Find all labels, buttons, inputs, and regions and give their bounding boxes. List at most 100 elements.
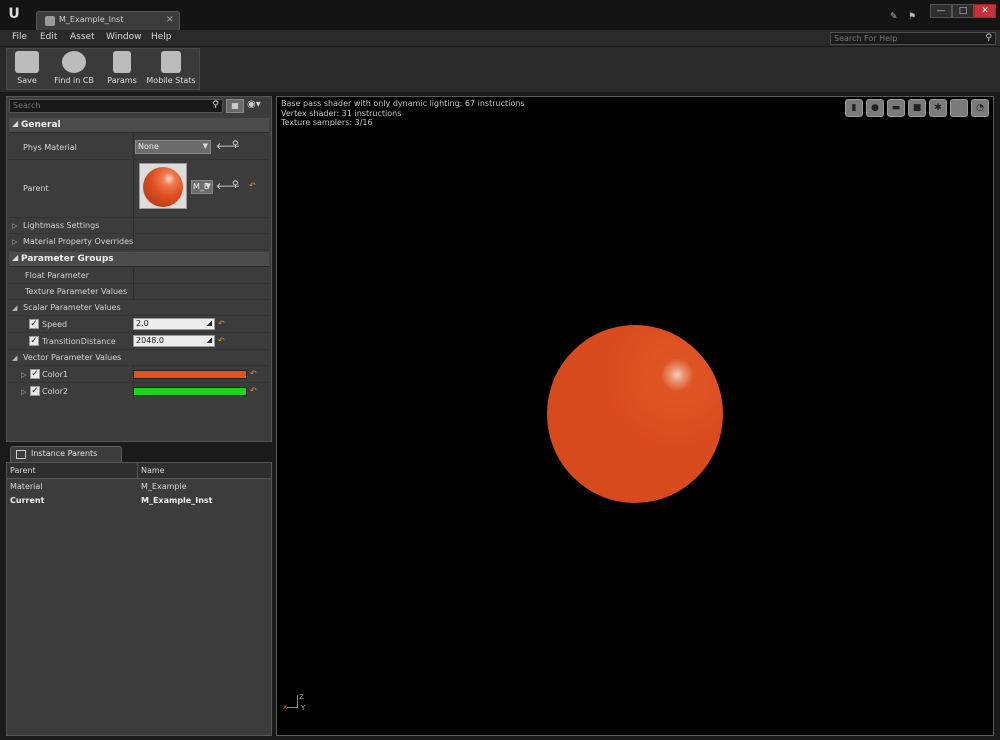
params-button[interactable]: Params: [101, 49, 143, 89]
expand-arrow-icon[interactable]: ▷: [12, 238, 17, 246]
transition-distance-label: TransitionDistance: [42, 337, 116, 346]
parent-dropdown[interactable]: M_E ▼: [191, 180, 213, 194]
category-parameter-groups[interactable]: ◢ Parameter Groups: [9, 252, 269, 267]
table-row[interactable]: Material M_Example: [7, 480, 271, 494]
save-icon: [15, 51, 39, 73]
material-instance-icon: [45, 16, 55, 26]
find-in-cb-button[interactable]: Find in CB: [47, 49, 101, 89]
browse-search-icon[interactable]: ⚲: [232, 140, 239, 150]
view-options-grid-icon[interactable]: ▦: [226, 99, 244, 113]
mobile-stats-button[interactable]: Mobile Stats: [143, 49, 199, 89]
parent-material-thumbnail[interactable]: [139, 163, 187, 209]
row-name: M_Example_Inst: [141, 496, 213, 505]
axis-x-label: x: [283, 703, 288, 711]
color2-row: ▷ ✓ Color2 ↶: [9, 383, 269, 400]
material-property-overrides-row[interactable]: ▷ Material Property Overrides: [9, 234, 269, 250]
menu-help[interactable]: Help: [151, 32, 172, 42]
tab-instance-parents[interactable]: Instance Parents: [10, 446, 122, 462]
menu-window[interactable]: Window: [106, 32, 142, 42]
phys-material-dropdown[interactable]: None ▼: [135, 140, 211, 154]
menu-edit[interactable]: Edit: [40, 32, 57, 42]
expand-arrow-icon[interactable]: ▷: [21, 371, 26, 379]
collapse-arrow-icon[interactable]: ◢: [12, 354, 17, 362]
color2-checkbox[interactable]: ✓: [30, 386, 40, 396]
browse-search-icon[interactable]: ⚲: [232, 180, 239, 190]
vector-parameter-row[interactable]: ◢ Vector Parameter Values: [9, 350, 269, 366]
sphere-preview-icon[interactable]: ●: [866, 99, 884, 117]
column-header-parent[interactable]: Parent: [10, 466, 36, 475]
preview-viewport[interactable]: Base pass shader with only dynamic light…: [276, 96, 994, 736]
float-parameter-row: Float Parameter: [9, 268, 269, 284]
speed-input[interactable]: 2.0 ◢: [133, 318, 215, 330]
category-general-title: General: [21, 120, 61, 130]
params-label: Params: [107, 76, 137, 85]
row-name: M_Example: [141, 482, 187, 491]
row-parent: Current: [10, 496, 45, 505]
reset-to-default-icon[interactable]: ↶: [218, 336, 225, 345]
maximize-button[interactable]: □: [952, 4, 974, 18]
color1-swatch[interactable]: [133, 370, 247, 379]
unreal-logo-icon: U: [8, 6, 20, 22]
instance-parents-tab-label: Instance Parents: [31, 449, 98, 458]
cylinder-preview-icon[interactable]: ▮: [845, 99, 863, 117]
find-in-cb-label: Find in CB: [54, 76, 94, 85]
phys-material-label: Phys Material: [23, 143, 77, 152]
lightmass-settings-row[interactable]: ▷ Lightmass Settings: [9, 218, 269, 234]
scalar-parameter-label: Scalar Parameter Values: [23, 303, 121, 312]
help-search-input[interactable]: Search For Help ⚲: [830, 32, 996, 45]
column-header-name[interactable]: Name: [141, 466, 165, 475]
details-search-placeholder: Search: [13, 101, 41, 110]
table-row[interactable]: Current M_Example_Inst: [7, 494, 271, 508]
reset-to-default-icon[interactable]: ↶: [250, 386, 257, 395]
plane-preview-icon[interactable]: ▬: [887, 99, 905, 117]
speed-checkbox[interactable]: ✓: [29, 319, 39, 329]
preview-sphere: [547, 325, 723, 503]
speed-label: Speed: [42, 320, 68, 329]
speed-value: 2.0: [136, 319, 149, 328]
menu-asset[interactable]: Asset: [70, 32, 95, 42]
notification-icon[interactable]: ⚑: [908, 12, 920, 22]
grid-toggle-icon[interactable]: [950, 99, 968, 117]
visibility-eye-icon[interactable]: ◉▾: [247, 99, 261, 110]
stat-vertex-shader: Vertex shader: 31 instructions: [281, 108, 402, 118]
teapot-preview-icon[interactable]: ✱: [929, 99, 947, 117]
stat-texture-samplers: Texture samplers: 3/16: [281, 118, 373, 127]
drag-handle-icon: ◢: [206, 336, 212, 344]
document-tab[interactable]: M_Example_Inst ×: [36, 11, 180, 30]
chevron-down-icon: ▼: [202, 142, 208, 150]
material-preview-sphere: [143, 167, 183, 207]
vector-parameter-label: Vector Parameter Values: [23, 353, 122, 362]
chevron-down-icon: ▼: [205, 182, 211, 190]
minimize-button[interactable]: —: [930, 4, 952, 18]
phys-material-value: None: [138, 142, 159, 151]
float-parameter-label: Float Parameter: [25, 271, 89, 280]
mobile-stats-icon: [161, 51, 181, 73]
transition-distance-checkbox[interactable]: ✓: [29, 336, 39, 346]
tab-close-icon[interactable]: ×: [166, 14, 174, 25]
color2-swatch[interactable]: [133, 387, 247, 396]
expand-arrow-icon[interactable]: ▷: [21, 388, 26, 396]
feedback-icon[interactable]: ✎: [890, 12, 902, 22]
close-button[interactable]: ✕: [974, 4, 996, 18]
stat-base-pass: Base pass shader with only dynamic light…: [281, 99, 525, 108]
category-general[interactable]: ◢ General: [9, 118, 269, 133]
speed-row: ✓ Speed 2.0 ◢ ↶: [9, 316, 269, 333]
cube-preview-icon[interactable]: ■: [908, 99, 926, 117]
reset-to-default-icon[interactable]: ↶: [218, 319, 225, 328]
texture-parameter-label: Texture Parameter Values: [25, 287, 128, 296]
save-button[interactable]: Save: [7, 49, 47, 89]
scalar-parameter-row[interactable]: ◢ Scalar Parameter Values: [9, 300, 269, 316]
toolbar-group: Save Find in CB Params Mobile Stats: [6, 48, 200, 90]
transition-distance-input[interactable]: 2048.0 ◢: [133, 335, 215, 347]
axis-gizmo: Z Y x: [283, 693, 305, 717]
transition-distance-row: ✓ TransitionDistance 2048.0 ◢ ↶: [9, 333, 269, 350]
menu-file[interactable]: File: [12, 32, 27, 42]
reset-to-default-icon[interactable]: ↶: [249, 181, 256, 190]
phys-material-row: Phys Material None ▼ 🡐 ⚲: [9, 134, 269, 160]
realtime-toggle-icon[interactable]: ◔: [971, 99, 989, 117]
expand-arrow-icon[interactable]: ▷: [12, 222, 17, 230]
details-search-input[interactable]: Search ⚲: [9, 99, 223, 113]
collapse-arrow-icon[interactable]: ◢: [12, 304, 17, 312]
color1-checkbox[interactable]: ✓: [30, 369, 40, 379]
reset-to-default-icon[interactable]: ↶: [250, 369, 257, 378]
